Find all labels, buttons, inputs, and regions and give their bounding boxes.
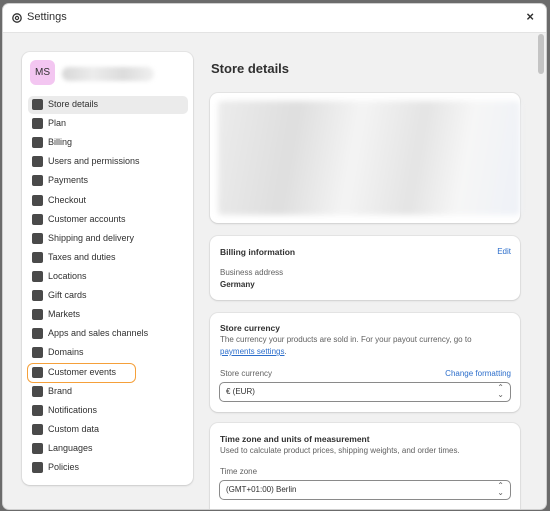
business-address-value: Germany — [220, 280, 255, 289]
store-icon — [32, 99, 43, 110]
payments-settings-link[interactable]: payments settings — [220, 347, 284, 356]
timezone-select-value: (GMT+01:00) Berlin — [226, 485, 297, 494]
timezone-description: Used to calculate product prices, shippi… — [220, 446, 460, 455]
sidebar-item-label: Shipping and delivery — [48, 232, 135, 243]
currency-description-line2: payments settings. — [220, 347, 287, 356]
store-profile-card — [210, 93, 520, 223]
document-icon — [32, 462, 43, 474]
sidebar-item-label: Policies — [48, 462, 80, 473]
scrollbar[interactable] — [538, 34, 544, 74]
sidebar-item-languages[interactable]: Languages — [28, 440, 188, 458]
change-formatting-link[interactable]: Change formatting — [445, 369, 511, 378]
store-profile[interactable]: MS — [30, 60, 185, 90]
sidebar-item-taxes-and-duties[interactable]: Taxes and duties — [28, 249, 188, 267]
truck-icon — [32, 232, 43, 244]
sidebar-item-domains[interactable]: Domains — [28, 344, 188, 362]
cursor-click-icon — [32, 366, 43, 378]
language-icon — [32, 442, 43, 454]
timezone-card: Time zone and units of measurement Used … — [210, 423, 520, 509]
cart-icon — [32, 194, 43, 206]
settings-sidebar: MS Store details Plan Billing Users and per… — [22, 52, 193, 485]
window-title: Settings — [27, 11, 67, 23]
billing-card: Billing information Edit Business addres… — [210, 236, 520, 300]
currency-select-value: € (EUR) — [226, 387, 255, 396]
sidebar-item-label: Locations — [48, 270, 87, 281]
sidebar-nav: Store details Plan Billing Users and permis… — [27, 96, 188, 478]
payments-icon — [32, 175, 43, 187]
sidebar-item-plan[interactable]: Plan — [28, 115, 188, 133]
sidebar-item-gift-cards[interactable]: Gift cards — [28, 287, 188, 305]
sidebar-item-label: Billing — [48, 137, 73, 148]
sidebar-item-shipping-and-delivery[interactable]: Shipping and delivery — [28, 230, 188, 248]
timezone-heading: Time zone and units of measurement — [220, 434, 370, 444]
tax-icon — [32, 251, 43, 263]
person-icon — [32, 213, 43, 225]
timezone-field-label: Time zone — [220, 467, 258, 476]
gear-icon — [12, 13, 22, 23]
sidebar-item-label: Languages — [48, 442, 93, 453]
sidebar-item-notifications[interactable]: Notifications — [28, 402, 188, 420]
billing-heading: Billing information — [220, 247, 296, 257]
sidebar-item-label: Checkout — [48, 194, 87, 205]
sidebar-item-label: Store details — [48, 99, 99, 109]
location-pin-icon — [32, 270, 43, 282]
business-address-label: Business address — [220, 268, 284, 277]
brand-icon — [32, 385, 43, 397]
title-bar: Settings × — [3, 4, 546, 33]
blurred-store-info — [218, 101, 520, 215]
currency-description: The currency your products are sold in. … — [220, 335, 472, 344]
sidebar-item-users-and-permissions[interactable]: Users and permissions — [28, 153, 188, 171]
sidebar-item-label: Taxes and duties — [48, 251, 116, 262]
plan-icon — [32, 118, 43, 130]
sidebar-item-label: Gift cards — [48, 290, 87, 301]
sidebar-item-label: Plan — [48, 118, 67, 129]
chevron-up-down-icon: ⌃ ⌄ — [497, 383, 504, 399]
settings-window: Settings × MS Store details Plan Billing Us… — [3, 4, 546, 509]
sidebar-item-label: Custom data — [48, 423, 100, 434]
sidebar-item-label: Brand — [48, 385, 73, 396]
sidebar-item-label: Apps and sales channels — [48, 328, 149, 339]
sidebar-item-brand[interactable]: Brand — [28, 383, 188, 401]
sidebar-item-label: Customer accounts — [48, 213, 126, 224]
sidebar-item-locations[interactable]: Locations — [28, 268, 188, 286]
sidebar-item-label: Payments — [48, 175, 89, 186]
sidebar-item-payments[interactable]: Payments — [28, 172, 188, 190]
domain-globe-icon — [32, 347, 43, 359]
chevron-up-down-icon: ⌃ ⌄ — [497, 481, 504, 497]
currency-field-label: Store currency — [220, 369, 273, 378]
close-icon[interactable]: × — [526, 9, 534, 24]
store-currency-card: Store currency The currency your product… — [210, 313, 520, 412]
sidebar-item-label: Domains — [48, 347, 84, 358]
sidebar-item-label: Markets — [48, 309, 81, 320]
database-icon — [32, 423, 43, 435]
avatar: MS — [30, 60, 55, 85]
sidebar-item-label: Customer events — [48, 366, 117, 377]
sidebar-item-policies[interactable]: Policies — [28, 459, 188, 477]
billing-edit-link[interactable]: Edit — [497, 247, 511, 256]
globe-icon — [32, 309, 43, 321]
sidebar-item-custom-data[interactable]: Custom data — [28, 421, 188, 439]
sidebar-item-label: Users and permissions — [48, 156, 140, 167]
users-icon — [32, 156, 43, 168]
sidebar-item-checkout[interactable]: Checkout — [28, 192, 188, 210]
sidebar-item-billing[interactable]: Billing — [28, 134, 188, 152]
billing-icon — [32, 137, 43, 149]
currency-heading: Store currency — [220, 323, 280, 333]
sidebar-item-store-details[interactable]: Store details — [28, 96, 188, 114]
sidebar-item-markets[interactable]: Markets — [28, 306, 188, 324]
bell-icon — [32, 404, 43, 416]
apps-icon — [32, 328, 43, 340]
sidebar-item-customer-events[interactable]: Customer events — [27, 362, 136, 383]
currency-description-end: . — [284, 347, 287, 356]
page-title: Store details — [211, 61, 290, 76]
blurred-store-name — [62, 67, 154, 81]
sidebar-item-apps-and-sales-channels[interactable]: Apps and sales channels — [28, 325, 188, 343]
timezone-select[interactable]: (GMT+01:00) Berlin ⌃ ⌄ — [219, 480, 511, 500]
sidebar-item-label: Notifications — [48, 404, 98, 415]
gift-card-icon — [32, 290, 43, 302]
sidebar-item-customer-accounts[interactable]: Customer accounts — [28, 211, 188, 229]
currency-select[interactable]: € (EUR) ⌃ ⌄ — [219, 382, 511, 402]
